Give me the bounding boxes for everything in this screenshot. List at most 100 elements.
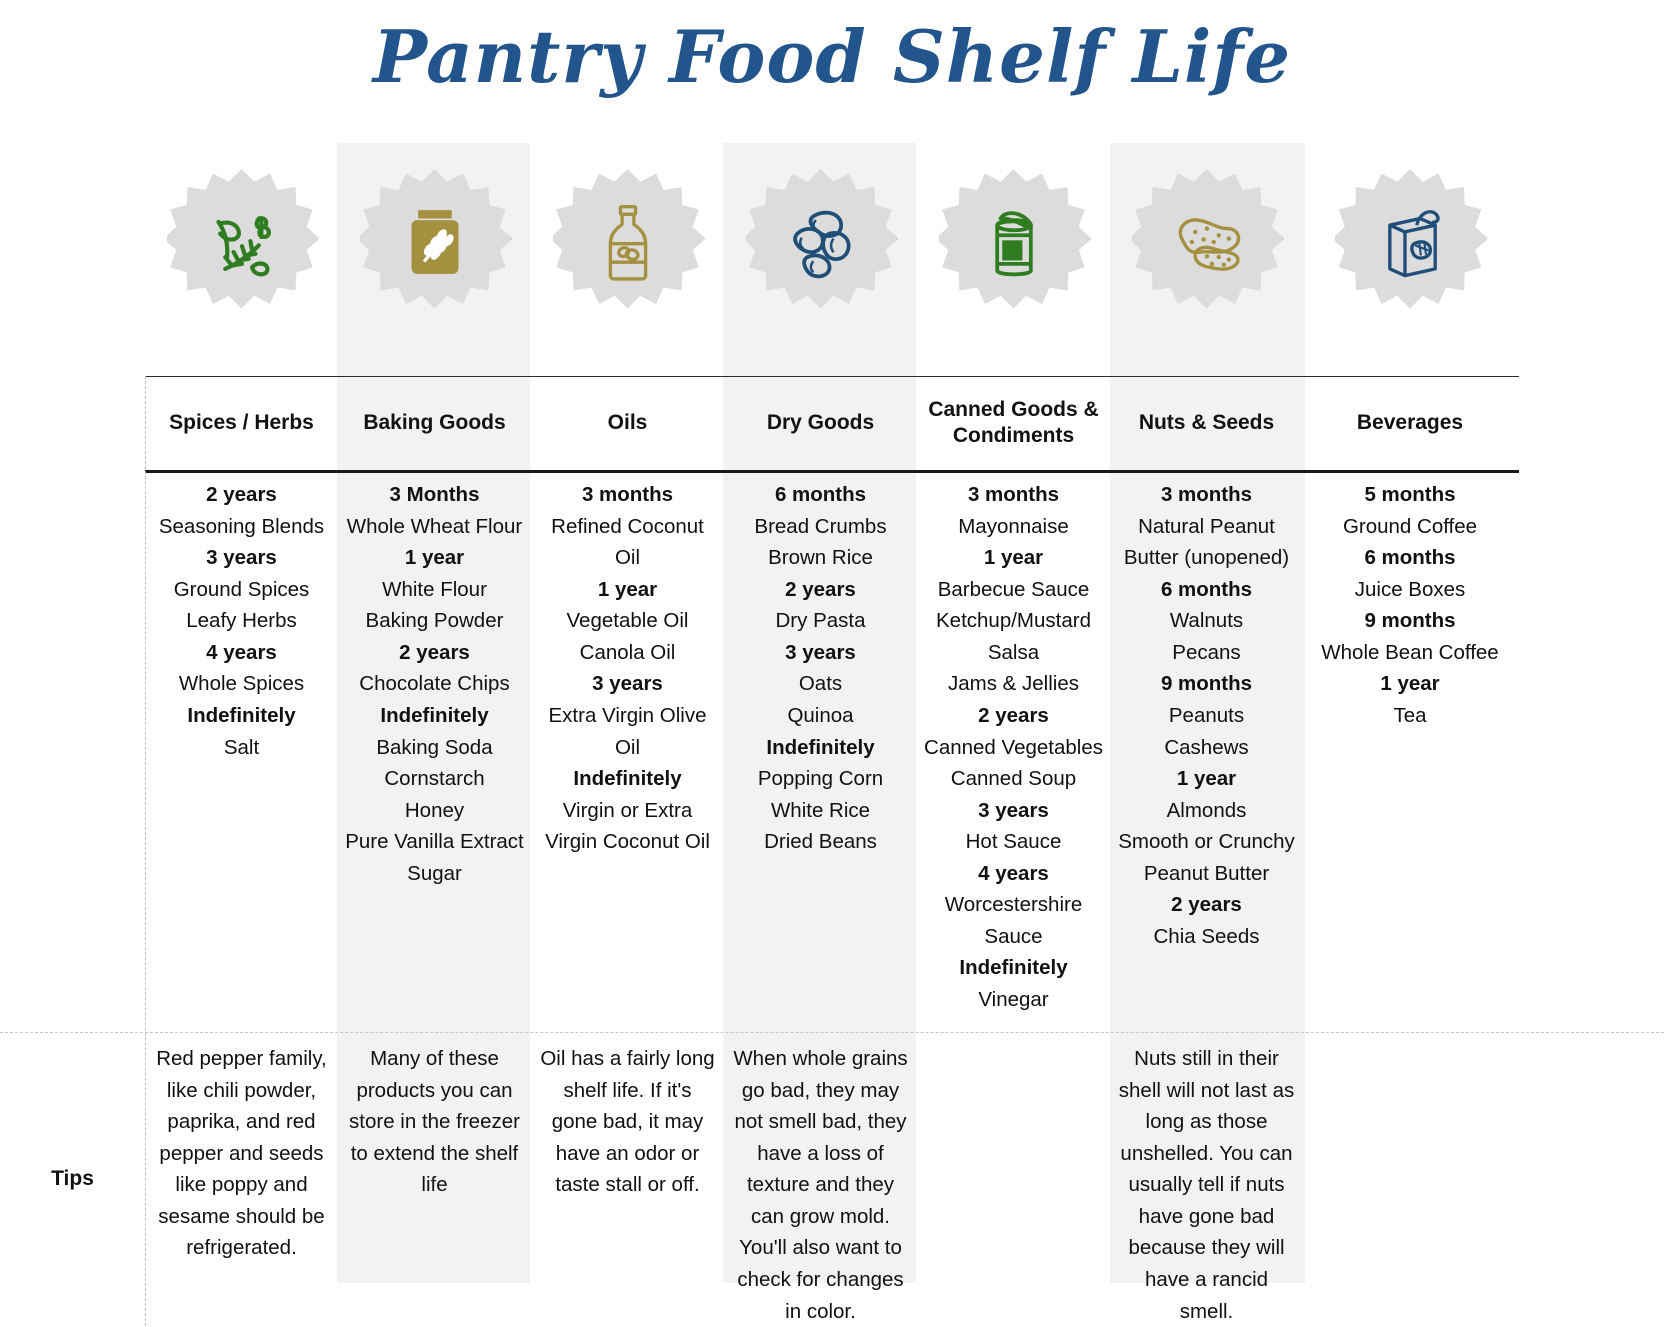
column-entries: 3 Months Whole Wheat Flour 1 year White Flo… [338,474,531,889]
shelf-life-duration: 2 years [399,640,470,664]
food-item: Chocolate Chips [359,672,510,696]
shelf-life-duration: 1 year [1176,767,1237,791]
badge-flour-bag [359,169,510,319]
food-item: Ground Coffee [1342,514,1478,538]
food-item: Dried Beans [764,830,877,854]
shelf-life-duration: 1 year [983,546,1044,570]
food-item: Sugar [407,861,462,885]
column-header: Spices / Herbs [169,411,314,435]
shelf-life-duration: 1 year [597,577,658,601]
title-banner: Pantry Food Shelf Life [0,0,1664,104]
shelf-life-duration: 2 years [206,483,277,506]
column-header: Beverages [1356,411,1464,435]
shelf-life-duration: 6 months [1364,546,1456,570]
food-item: Natural Peanut Butter (unopened) [1123,514,1290,570]
food-item: Baking Soda [376,735,493,759]
shelf-life-duration: 2 years [785,577,856,601]
shelf-life-duration: 3 months [967,483,1060,506]
food-item: Oats [798,672,843,696]
column-header: Canned Goods & Condiments [928,398,1099,447]
peanuts-icon [1165,200,1249,289]
food-item: Extra Virgin Olive Oil [548,703,707,759]
food-item: Leafy Herbs [186,609,297,633]
tips-separator-rule [0,1032,1664,1033]
food-item: Popping Corn [757,767,884,791]
shelf-life-duration: 6 months [774,483,867,506]
food-item: Pure Vanilla Extract [345,830,524,854]
shelf-life-chart: Spices / Herbs Baking Goods Oils Dry Goods C… [0,104,1664,1326]
header-bottom-rule [145,470,1519,473]
food-item: Cornstarch [384,767,485,791]
food-item: Almonds [1166,798,1247,822]
icon-cell-canned-food [917,104,1110,376]
tips-row-label: Tips [51,1167,94,1190]
food-item: Whole Bean Coffee [1321,640,1499,664]
shelf-life-duration: 9 months [1364,609,1456,633]
shelf-life-duration: 3 years [592,672,663,696]
food-item: Whole Spices [178,672,305,696]
column-tip: Red pepper family, like chili powder, pa… [156,1047,327,1260]
food-item: Peanuts [1168,703,1245,727]
shelf-life-duration: 3 months [1160,483,1253,506]
food-item: White Flour [382,577,487,601]
shelf-life-duration: 3 Months [389,483,480,506]
food-item: Whole Wheat Flour [346,514,523,538]
badge-peanuts [1131,169,1282,319]
food-item: Vegetable Oil [566,609,689,633]
food-item: Pecans [1172,640,1241,664]
food-item: Jams & Jellies [947,672,1079,696]
page-title: Pantry Food Shelf Life [372,14,1292,99]
food-item: White Rice [770,798,871,822]
icon-cell-oil-bottle [531,104,724,376]
herbs-icon [200,200,284,289]
food-item: Bread Crumbs [754,514,887,538]
column-tip: Oil has a fairly long shelf life. If it'… [540,1047,715,1197]
food-item: Ground Spices [173,577,310,601]
shelf-life-duration: 3 years [978,798,1049,822]
food-item: Honey [404,798,465,822]
column-entries: 3 months Natural Peanut Butter (unopened)… [1110,474,1303,952]
food-item: Worcestershire Sauce [944,893,1083,948]
shelf-life-duration: Indefinitely [766,735,875,759]
shelf-life-duration: 2 years [1171,893,1242,917]
food-item: Salt [223,735,260,759]
shelf-life-duration: 6 months [1160,577,1253,601]
food-item: Smooth or Crunchy Peanut Butter [1118,830,1295,885]
badge-canned-food [938,169,1089,319]
beans-icon [779,200,863,289]
column-header: Oils [607,411,648,435]
food-item: Canned Soup [950,767,1077,791]
shelf-life-duration: Indefinitely [187,703,296,727]
food-item: Canned Vegetables [924,735,1103,759]
badge-beans [745,169,896,319]
shelf-life-duration: Indefinitely [573,767,682,791]
shelf-life-duration: 4 years [206,640,277,664]
column-tip [917,1037,1110,1043]
icon-cell-herbs [145,104,338,376]
tips-row: Red pepper family, like chili powder, pa… [145,1037,1519,1327]
shelf-life-duration: Indefinitely [959,956,1068,980]
food-item: Hot Sauce [965,830,1062,854]
shelf-life-duration: 3 years [785,640,856,664]
food-item: Chia Seeds [1153,924,1260,948]
food-item: Walnuts [1169,609,1244,633]
food-item: Mayonnaise [958,514,1069,538]
icon-cell-peanuts [1110,104,1303,376]
column-entries: 6 months Bread Crumbs Brown Rice 2 years Dry… [724,474,917,858]
food-item: Baking Powder [365,609,504,633]
food-item: Vinegar [978,988,1049,1011]
shelf-life-duration: Indefinitely [380,703,489,727]
food-item: Refined Coconut Oil [551,514,704,570]
column-headers-row: Spices / Herbs Baking Goods Oils Dry Goods C… [145,376,1519,470]
food-item: Barbecue Sauce [937,577,1090,601]
shelf-life-duration: 4 years [978,861,1049,885]
shelf-life-duration: 1 year [404,546,465,570]
category-icons-row [145,104,1519,376]
column-entries: 3 months Mayonnaise 1 year Barbecue Sauce Ke… [917,474,1110,1016]
food-item: Brown Rice [768,546,873,570]
icon-cell-beans [724,104,917,376]
food-item: Seasoning Blends [158,514,325,538]
shelf-life-duration: 9 months [1160,672,1253,696]
oil-bottle-icon [586,200,670,289]
shelf-life-duration: 1 year [1380,672,1440,696]
